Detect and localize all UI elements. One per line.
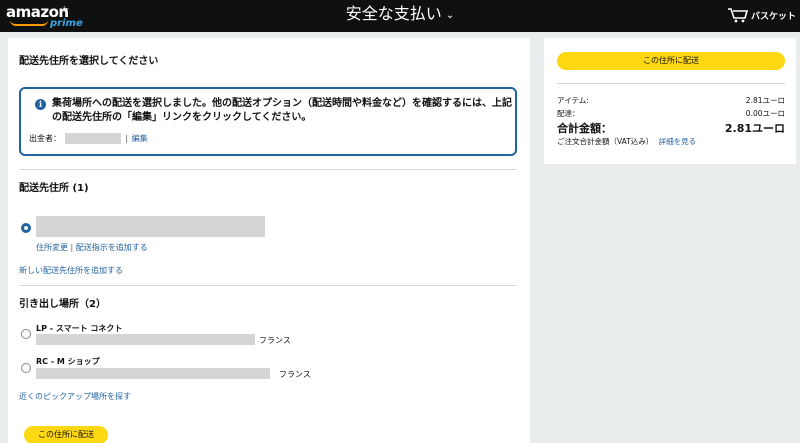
- pickup-heading: 引き出し場所（2）: [19, 299, 106, 310]
- order-summary-card: この住所に配送 アイテム: 2.81ユーロ 配達： 0.00ユーロ 合計金額： …: [544, 38, 796, 164]
- cart-icon: [727, 8, 749, 23]
- edit-link[interactable]: 編集: [132, 133, 148, 144]
- page-title-container: 安全な支払い ⌄: [0, 0, 800, 32]
- divider: [557, 83, 785, 84]
- address-radio[interactable]: [21, 223, 31, 233]
- pickup-radio-2[interactable]: [21, 363, 31, 373]
- separator: |: [125, 134, 128, 143]
- items-label: アイテム:: [557, 96, 589, 105]
- vat-note-row: ご注文合計金額（VAT込み） 詳細を見る: [557, 136, 696, 147]
- pickup-name-2: RC - M ショップ: [36, 357, 100, 366]
- logo-smile-icon: [10, 20, 48, 26]
- shipping-label: 配達：: [557, 109, 580, 118]
- address-redacted: [36, 216, 265, 237]
- shipping-value: 0.00ユーロ: [745, 109, 785, 118]
- divider: [19, 169, 517, 170]
- deliver-to-address-button[interactable]: この住所に配送: [24, 426, 108, 443]
- pickup-address-1-redacted: [36, 334, 255, 345]
- pickup-address-2-redacted: [36, 368, 270, 379]
- seller-name-redacted: [65, 133, 121, 144]
- top-header: amazon fr prime 安全な支払い ⌄ バスケット: [0, 0, 800, 32]
- items-value: 2.81ユーロ: [745, 96, 785, 105]
- info-icon: i: [35, 99, 46, 110]
- add-instructions-link[interactable]: 配送指示を追加する: [76, 243, 148, 252]
- main-card: 配送先住所を選択してください i 集荷場所への配送を選択しました。他の配送オプシ…: [8, 38, 530, 443]
- total-label: 合計金額：: [557, 122, 612, 135]
- divider: [19, 285, 517, 286]
- vat-note: ご注文合計金額（VAT込み）: [557, 137, 654, 146]
- alert-message: 集荷場所への配送を選択しました。他の配送オプション（配送時間や料金など）を確認す…: [52, 98, 512, 123]
- page-title[interactable]: 安全な支払い ⌄: [346, 4, 454, 23]
- pickup-name-1: LP - スマート コネクト: [36, 324, 123, 333]
- details-link[interactable]: 詳細を見る: [659, 137, 697, 146]
- amazon-prime-logo[interactable]: amazon fr prime: [6, 3, 86, 29]
- pickup-country-2: フランス: [279, 370, 311, 379]
- pickup-alert: i 集荷場所への配送を選択しました。他の配送オプション（配送時間や料金など）を確…: [19, 87, 517, 156]
- find-pickup-link[interactable]: 近くのピックアップ場所を探す: [19, 391, 131, 402]
- summary-deliver-button[interactable]: この住所に配送: [557, 52, 785, 70]
- page-title-text: 安全な支払い: [345, 4, 442, 23]
- cart-button[interactable]: バスケット: [727, 4, 796, 26]
- logo-prime: prime: [50, 18, 83, 29]
- chevron-down-icon: ⌄: [445, 10, 455, 21]
- total-value: 2.81ユーロ: [724, 122, 785, 135]
- address-actions: 住所変更 | 配送指示を追加する: [36, 242, 148, 253]
- section-title: 配送先住所を選択してください: [19, 56, 159, 67]
- logo-tld: fr: [63, 6, 69, 14]
- seller-label: 出金者：: [29, 134, 61, 143]
- address-heading: 配送先住所 (1): [19, 183, 89, 194]
- add-new-address-link[interactable]: 新しい配送先住所を追加する: [19, 265, 123, 276]
- change-address-link[interactable]: 住所変更: [36, 243, 68, 252]
- separator: |: [68, 243, 76, 252]
- seller-row: 出金者： | 編集: [29, 133, 148, 144]
- cart-label: バスケット: [750, 11, 796, 22]
- pickup-radio-1[interactable]: [21, 329, 31, 339]
- pickup-country-1: フランス: [259, 336, 291, 345]
